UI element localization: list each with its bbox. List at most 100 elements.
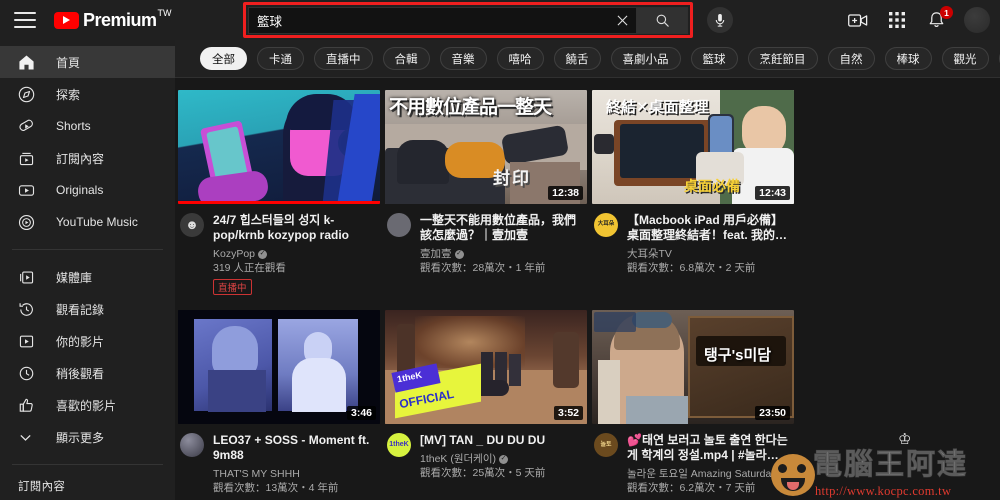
chip-cartoon[interactable]: 卡通 bbox=[257, 47, 304, 70]
microphone-icon bbox=[714, 13, 726, 28]
video-thumbnail[interactable] bbox=[178, 90, 380, 204]
video-thumbnail[interactable]: 3:46 bbox=[178, 310, 380, 424]
left-sidebar: 首頁 探索 Shorts bbox=[0, 40, 175, 500]
video-card[interactable]: 不用數位產品一整天 封印 12:38 一整天不能用數位產品，我們該怎麼過？｜壹加… bbox=[385, 90, 587, 296]
video-card[interactable]: 탱구's미담 23:50 놀토 💕태연 보러고 놀토 출연 한다는 게 학계의 … bbox=[592, 310, 794, 495]
search-bar bbox=[248, 7, 688, 34]
topbar-right-group: 1 bbox=[847, 0, 990, 40]
sidebar-label: 觀看記錄 bbox=[56, 301, 104, 318]
chip-basketball[interactable]: 籃球 bbox=[691, 47, 738, 70]
channel-name[interactable]: 大耳朵TV bbox=[627, 247, 788, 261]
sidebar-primary-section: 首頁 探索 Shorts bbox=[0, 40, 175, 244]
channel-name-text: 壹加壹 bbox=[420, 247, 452, 261]
channel-name[interactable]: 壹加壹 ✓ bbox=[420, 247, 581, 261]
chip-cooking-show[interactable]: 烹飪節目 bbox=[748, 47, 818, 70]
sidebar-item-youtube-music[interactable]: YouTube Music bbox=[0, 206, 175, 238]
thumbnail-overlay-title: 탱구's미담 bbox=[704, 344, 771, 365]
chip-rap[interactable]: 饒舌 bbox=[554, 47, 601, 70]
youtube-play-icon bbox=[54, 12, 79, 29]
video-title[interactable]: 💕태연 보러고 놀토 출연 한다는 게 학계의 정설.mp4 | #놀라운모음집 bbox=[627, 433, 788, 463]
account-avatar[interactable] bbox=[964, 7, 990, 33]
subscriptions-icon bbox=[18, 150, 40, 167]
channel-name[interactable]: 놀라운 토요일 Amazing Saturday ✓ bbox=[627, 467, 788, 481]
voice-search-button[interactable] bbox=[707, 7, 733, 33]
sidebar-item-your-videos[interactable]: 你的影片 bbox=[0, 325, 175, 357]
chip-live[interactable]: 直播中 bbox=[314, 47, 373, 70]
shorts-icon bbox=[18, 118, 40, 135]
sidebar-item-home[interactable]: 首頁 bbox=[0, 46, 175, 78]
video-title[interactable]: 一整天不能用數位產品，我們該怎麼過？｜壹加壹 bbox=[420, 213, 581, 243]
video-title[interactable]: [MV] TAN _ DU DU DU bbox=[420, 433, 581, 448]
channel-avatar[interactable]: ☻ bbox=[180, 213, 204, 237]
watch-later-icon bbox=[18, 365, 40, 382]
sidebar-library-section: 媒體庫 觀看記錄 你的 bbox=[0, 255, 175, 459]
channel-name[interactable]: THAT'S MY SHHH bbox=[213, 467, 374, 481]
video-card[interactable]: ☻ 24/7 힙스터들의 성지 k-pop/krnb kozypop radio… bbox=[178, 90, 380, 296]
sidebar-item-history[interactable]: 觀看記錄 bbox=[0, 293, 175, 325]
search-icon bbox=[655, 13, 670, 28]
youtube-apps-grid-icon[interactable] bbox=[886, 9, 908, 31]
channel-avatar[interactable] bbox=[387, 213, 411, 237]
create-video-icon[interactable] bbox=[847, 9, 869, 31]
sidebar-item-originals[interactable]: Originals bbox=[0, 174, 175, 206]
sidebar-label: Shorts bbox=[56, 119, 91, 133]
video-stats: 觀看次數：6.2萬次・7 天前 bbox=[627, 481, 788, 495]
video-duration: 3:52 bbox=[554, 406, 583, 420]
video-thumbnail[interactable]: 不用數位產品一整天 封印 12:38 bbox=[385, 90, 587, 204]
chip-compilation[interactable]: 合輯 bbox=[383, 47, 430, 70]
video-duration: 3:46 bbox=[347, 406, 376, 420]
channel-name-text: 1theK (원더케이) bbox=[420, 452, 496, 466]
search-submit-button[interactable] bbox=[636, 7, 688, 34]
chip-comedy-sketch[interactable]: 喜劇小品 bbox=[611, 47, 681, 70]
video-thumbnail[interactable]: 1theK OFFICIAL 3:52 bbox=[385, 310, 587, 424]
logo-region-superscript: TW bbox=[158, 9, 172, 18]
chip-baseball[interactable]: 棒球 bbox=[885, 47, 932, 70]
hamburger-menu-icon[interactable] bbox=[14, 12, 36, 28]
sidebar-item-library[interactable]: 媒體庫 bbox=[0, 261, 175, 293]
chip-all[interactable]: 全部 bbox=[200, 47, 247, 70]
channel-avatar[interactable]: 놀토 bbox=[594, 433, 618, 457]
chip-sightseeing[interactable]: 觀光 bbox=[942, 47, 989, 70]
sidebar-item-watch-later[interactable]: 稍後觀看 bbox=[0, 357, 175, 389]
channel-avatar[interactable]: 大耳朵 bbox=[594, 213, 618, 237]
video-card[interactable]: 終結✕桌面整理 桌面必備 12:43 大耳朵 【Macbook iPad 用戶必… bbox=[592, 90, 794, 296]
channel-name-text: KozyPop bbox=[213, 247, 255, 261]
chip-music[interactable]: 音樂 bbox=[440, 47, 487, 70]
channel-avatar[interactable] bbox=[180, 433, 204, 457]
sidebar-label: 訂閱內容 bbox=[56, 150, 104, 167]
video-stats: 319 人正在觀看 bbox=[213, 261, 374, 275]
channel-avatar[interactable]: 1theK bbox=[387, 433, 411, 457]
live-progress-bar bbox=[178, 201, 380, 204]
video-thumbnail[interactable]: 탱구's미담 23:50 bbox=[592, 310, 794, 424]
video-thumbnail[interactable]: 終結✕桌面整理 桌面必備 12:43 bbox=[592, 90, 794, 204]
sidebar-item-show-more[interactable]: 顯示更多 bbox=[0, 421, 175, 453]
chip-hiphop[interactable]: 嘻哈 bbox=[497, 47, 544, 70]
sidebar-item-subscriptions[interactable]: 訂閱內容 bbox=[0, 142, 175, 174]
sidebar-label: Originals bbox=[56, 183, 103, 197]
chip-nature[interactable]: 自然 bbox=[828, 47, 875, 70]
sidebar-label: 探索 bbox=[56, 86, 80, 103]
video-meta: 一整天不能用數位產品，我們該怎麼過？｜壹加壹 壹加壹 ✓ 觀看次數：28萬次・1… bbox=[385, 204, 587, 275]
search-input[interactable] bbox=[248, 7, 608, 34]
category-chips-bar[interactable]: 全部 卡通 直播中 合輯 音樂 嘻哈 饒舌 喜劇小品 籃球 烹飪節目 自然 棒球… bbox=[175, 40, 1000, 78]
channel-name[interactable]: KozyPop ✓ bbox=[213, 247, 374, 261]
youtube-premium-logo[interactable]: Premium TW bbox=[54, 10, 172, 30]
sidebar-item-shorts[interactable]: Shorts bbox=[0, 110, 175, 142]
video-title[interactable]: 【Macbook iPad 用戶必備】桌面整理終結者！feat. 我的桌面… bbox=[627, 213, 788, 243]
thumbs-up-icon bbox=[18, 397, 40, 414]
thumbnail-overlay-subtitle: 封印 bbox=[493, 164, 531, 189]
sidebar-divider-1 bbox=[12, 249, 163, 250]
verified-badge-icon: ✓ bbox=[455, 250, 464, 259]
channel-name[interactable]: 1theK (원더케이) ✓ bbox=[420, 452, 581, 466]
video-duration: 23:50 bbox=[755, 406, 790, 420]
top-navigation-bar: Premium TW bbox=[0, 0, 1000, 40]
video-title[interactable]: 24/7 힙스터들의 성지 k-pop/krnb kozypop radio bbox=[213, 213, 374, 243]
video-title[interactable]: LEO37 + SOSS - Moment ft. 9m88 bbox=[213, 433, 374, 463]
sidebar-item-explore[interactable]: 探索 bbox=[0, 78, 175, 110]
sidebar-item-liked-videos[interactable]: 喜歡的影片 bbox=[0, 389, 175, 421]
video-card[interactable]: 1theK OFFICIAL 3:52 1theK [MV] TAN _ DU … bbox=[385, 310, 587, 495]
sidebar-label: 首頁 bbox=[56, 54, 80, 71]
video-card[interactable]: 3:46 LEO37 + SOSS - Moment ft. 9m88 THAT… bbox=[178, 310, 380, 495]
notification-bell-icon[interactable]: 1 bbox=[925, 9, 947, 31]
clear-search-icon[interactable] bbox=[608, 7, 636, 34]
